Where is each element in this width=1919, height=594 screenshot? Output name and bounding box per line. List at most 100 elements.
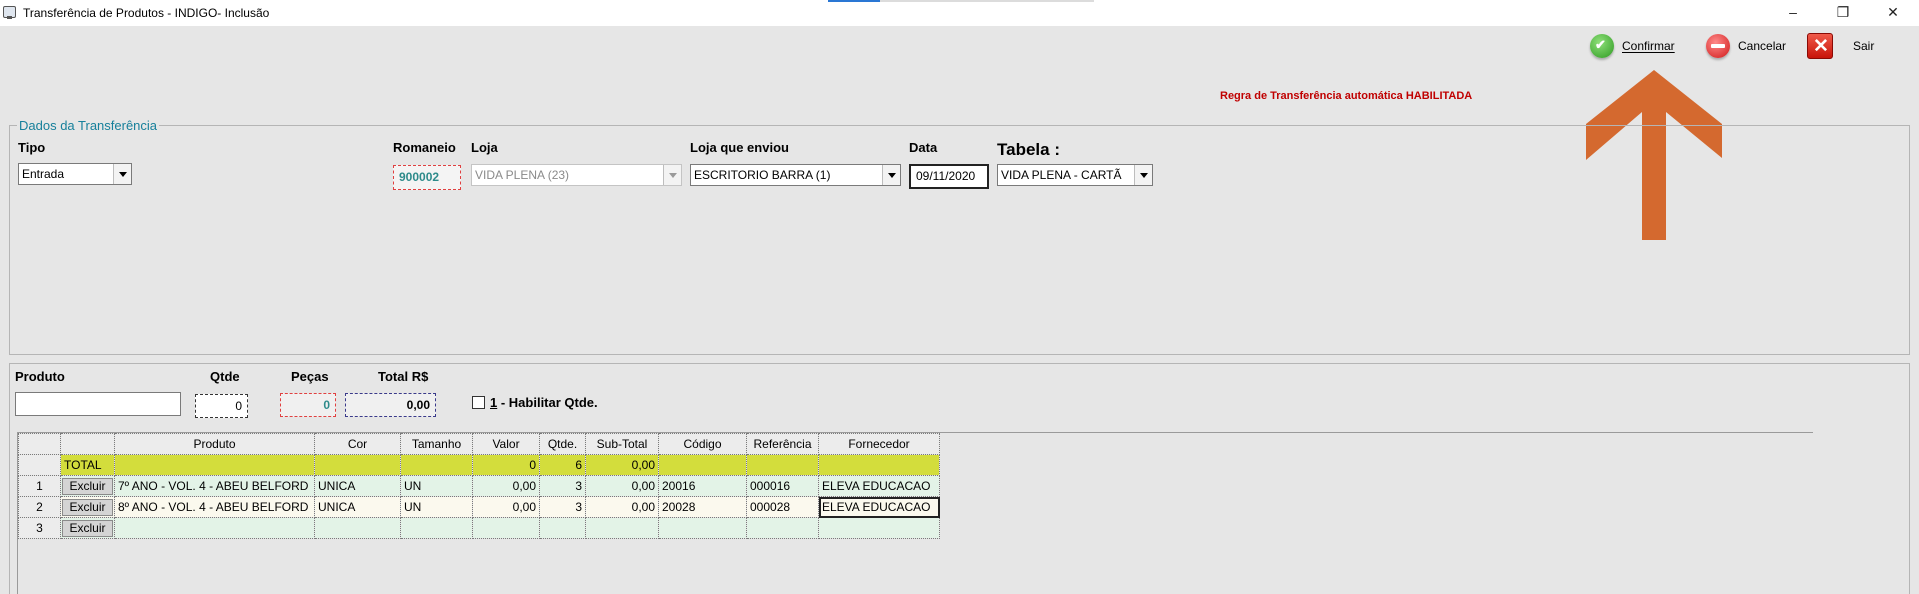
loja-select: VIDA PLENA (23): [471, 164, 682, 186]
produto-label: Produto: [15, 369, 65, 384]
col-header-referencia[interactable]: Referência: [746, 433, 819, 455]
tipo-select[interactable]: Entrada: [18, 163, 132, 185]
valor-cell[interactable]: [472, 517, 540, 539]
tamanho-cell[interactable]: [400, 517, 473, 539]
referencia-cell[interactable]: 000016: [746, 475, 819, 497]
col-header-rownum: [18, 433, 61, 455]
cor-cell[interactable]: UNICA: [314, 496, 401, 518]
excluir-button[interactable]: Excluir: [62, 519, 113, 537]
subtotal-cell[interactable]: 0,00: [585, 496, 659, 518]
referencia-cell[interactable]: 000028: [746, 496, 819, 518]
referencia-cell[interactable]: [746, 517, 819, 539]
loja-envio-value: ESCRITORIO BARRA (1): [694, 168, 831, 182]
confirm-button[interactable]: Confirmar: [1590, 33, 1675, 59]
excluir-button[interactable]: Excluir: [62, 498, 113, 516]
window-title: Transferência de Produtos - INDIGO- Incl…: [23, 6, 270, 20]
total-qtde-cell: 6: [539, 454, 586, 476]
table-header-row: Produto Cor Tamanho Valor Qtde. Sub-Tota…: [18, 433, 940, 455]
restore-button[interactable]: ❐: [1820, 0, 1866, 26]
romaneio-field[interactable]: 900002: [393, 165, 461, 190]
close-window-button[interactable]: ✕: [1870, 0, 1916, 26]
table-cell: Excluir: [60, 517, 115, 539]
habilitar-text: - Habilitar Qtde.: [497, 395, 598, 410]
loja-value: VIDA PLENA (23): [475, 168, 570, 182]
cor-cell[interactable]: UNICA: [314, 475, 401, 497]
exit-button[interactable]: Sair: [1807, 33, 1874, 59]
tipo-value: Entrada: [22, 167, 65, 181]
row-number: 3: [18, 517, 61, 539]
exit-label: Sair: [1853, 39, 1875, 53]
products-grid[interactable]: Produto Cor Tamanho Valor Qtde. Sub-Tota…: [17, 432, 1813, 594]
fornecedor-cell[interactable]: ELEVA EDUCACAO: [818, 475, 940, 497]
qtde-cell[interactable]: 3: [539, 496, 586, 518]
chevron-down-icon[interactable]: [1134, 165, 1152, 185]
table-cell: [114, 454, 315, 476]
produto-cell[interactable]: 7º ANO - VOL. 4 - ABEU BELFORD: [114, 475, 315, 497]
produto-cell[interactable]: [114, 517, 315, 539]
table-cell: [658, 454, 747, 476]
transfer-data-group-title: Dados da Transferência: [17, 118, 160, 133]
table-cell: [400, 454, 473, 476]
tabela-select[interactable]: VIDA PLENA - CARTÃ: [997, 164, 1153, 186]
confirm-label: Confirmar: [1622, 39, 1675, 53]
qtde-label: Qtde: [210, 369, 240, 384]
pecas-label: Peças: [291, 369, 329, 384]
habilitar-qtde-label[interactable]: 1 - Habilitar Qtde.: [490, 395, 598, 410]
app-icon: [3, 6, 16, 19]
total-subtotal-cell: 0,00: [585, 454, 659, 476]
table-row[interactable]: 2 Excluir 8º ANO - VOL. 4 - ABEU BELFORD…: [18, 496, 940, 518]
title-bar: Transferência de Produtos - INDIGO- Incl…: [0, 0, 1919, 26]
pecas-field: 0: [280, 393, 336, 417]
valor-cell[interactable]: 0,00: [472, 475, 540, 497]
tabela-value: VIDA PLENA - CARTÃ: [1001, 168, 1122, 182]
habilitar-qtde-checkbox[interactable]: [472, 396, 485, 409]
table-cell: [818, 454, 940, 476]
col-header-produto[interactable]: Produto: [114, 433, 315, 455]
minimize-button[interactable]: –: [1770, 0, 1816, 26]
col-header-cor[interactable]: Cor: [314, 433, 401, 455]
fornecedor-cell-selected[interactable]: ELEVA EDUCACAO: [818, 496, 940, 518]
fornecedor-cell[interactable]: [818, 517, 940, 539]
produto-cell[interactable]: 8º ANO - VOL. 4 - ABEU BELFORD: [114, 496, 315, 518]
codigo-cell[interactable]: 20028: [658, 496, 747, 518]
total-field: 0,00: [345, 393, 436, 417]
table-row[interactable]: 1 Excluir 7º ANO - VOL. 4 - ABEU BELFORD…: [18, 475, 940, 497]
row-number: [18, 454, 61, 476]
exit-icon: [1807, 33, 1833, 59]
cancel-button[interactable]: Cancelar: [1706, 33, 1786, 59]
col-header-qtde[interactable]: Qtde.: [539, 433, 586, 455]
codigo-cell[interactable]: [658, 517, 747, 539]
total-label: Total R$: [378, 369, 429, 384]
table-row[interactable]: 3 Excluir: [18, 517, 940, 539]
chevron-down-icon[interactable]: [882, 165, 900, 185]
tipo-label: Tipo: [18, 140, 46, 155]
col-header-fornecedor[interactable]: Fornecedor: [818, 433, 940, 455]
title-accent-bar-gray: [880, 0, 1094, 2]
chevron-down-icon[interactable]: [113, 164, 131, 184]
subtotal-cell[interactable]: 0,00: [585, 475, 659, 497]
row-number: 2: [18, 496, 61, 518]
total-row: TOTAL 0 6 0,00: [18, 454, 940, 476]
produto-input[interactable]: [15, 392, 181, 416]
loja-envio-select[interactable]: ESCRITORIO BARRA (1): [690, 164, 901, 186]
qtde-cell[interactable]: 3: [539, 475, 586, 497]
qtde-input[interactable]: 0: [195, 394, 248, 418]
tamanho-cell[interactable]: UN: [400, 475, 473, 497]
data-input[interactable]: 09/11/2020: [909, 164, 989, 189]
subtotal-cell[interactable]: [585, 517, 659, 539]
table-cell: Excluir: [60, 475, 115, 497]
table-cell: Excluir: [60, 496, 115, 518]
codigo-cell[interactable]: 20016: [658, 475, 747, 497]
valor-cell[interactable]: 0,00: [472, 496, 540, 518]
title-accent-bar: [828, 0, 880, 2]
col-header-valor[interactable]: Valor: [472, 433, 540, 455]
qtde-cell[interactable]: [539, 517, 586, 539]
total-valor-cell: 0: [472, 454, 540, 476]
excluir-button[interactable]: Excluir: [62, 477, 113, 495]
tamanho-cell[interactable]: UN: [400, 496, 473, 518]
col-header-codigo[interactable]: Código: [658, 433, 747, 455]
cor-cell[interactable]: [314, 517, 401, 539]
products-table: Produto Cor Tamanho Valor Qtde. Sub-Tota…: [18, 433, 940, 539]
col-header-subtotal[interactable]: Sub-Total: [585, 433, 659, 455]
col-header-tamanho[interactable]: Tamanho: [400, 433, 473, 455]
